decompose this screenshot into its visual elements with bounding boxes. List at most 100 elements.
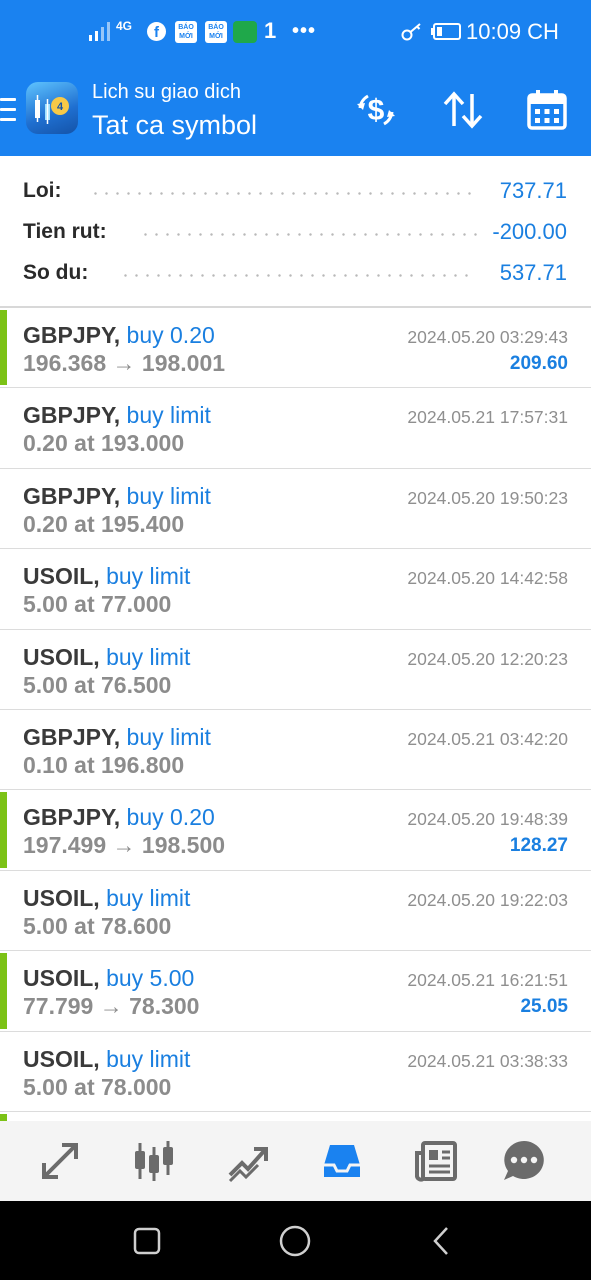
- trade-headline: USOIL, buy limit: [23, 883, 190, 913]
- trade-row[interactable]: GBPJPY, buy limit 0.20 at 195.400 2024.0…: [0, 469, 591, 550]
- battery-icon: [431, 23, 461, 40]
- trade-symbol: USOIL,: [23, 1045, 100, 1072]
- trade-headline: USOIL, buy limit: [23, 1044, 190, 1074]
- summary-value: 737.71: [499, 178, 567, 203]
- trade-profit: 128.27: [509, 835, 568, 857]
- bao-moi-icon-2: BÁO MỚI: [205, 21, 227, 43]
- trade-side: buy limit: [126, 723, 211, 750]
- trade-detail: 196.368 → 198.001: [23, 350, 226, 376]
- trade-profit: 25.05: [520, 996, 568, 1018]
- summary-row-balance: So du: 537.71: [0, 258, 591, 288]
- trade-time: 2024.05.21 17:57:31: [407, 407, 568, 428]
- trade-symbol: GBPJPY,: [23, 804, 121, 831]
- trade-row[interactable]: USOIL, buy limit 5.00 at 78.000 2024.05.…: [0, 1032, 591, 1112]
- trade-row[interactable]: USOIL, buy limit 5.00 at 76.500 2024.05.…: [0, 630, 591, 710]
- leader-dots: [140, 233, 478, 236]
- trade-headline: USOIL, buy limit: [23, 561, 190, 591]
- trade-icon[interactable]: [224, 1137, 272, 1185]
- trade-side: buy 0.20: [126, 804, 215, 831]
- trade-row[interactable]: GBPJPY, buy 0.20 196.368 → 198.001 2024.…: [0, 308, 591, 389]
- trade-symbol: USOIL,: [23, 643, 100, 670]
- trade-headline: GBPJPY, buy limit: [23, 722, 211, 752]
- sort-icon[interactable]: [441, 88, 485, 132]
- trade-detail: 197.499 → 198.500: [23, 832, 226, 859]
- summary-label: Tien rut:: [23, 220, 107, 243]
- trade-row[interactable]: USOIL, buy limit 5.00 at 77.000 2024.05.…: [0, 549, 591, 630]
- recents-button[interactable]: [129, 1223, 165, 1259]
- trade-detail: 77.799 → 78.300: [23, 993, 200, 1020]
- facebook-icon: f: [147, 22, 166, 41]
- trade-time: 2024.05.20 19:22:03: [407, 889, 568, 910]
- page-title: Lich su giao dich: [92, 81, 241, 103]
- summary-label: So du:: [23, 261, 89, 284]
- trade-side: buy 0.20: [126, 322, 215, 348]
- key-icon: [401, 23, 421, 41]
- status-bar: 4G f BÁO MỚI BÁO MỚI 1 ••• 10:09 CH: [0, 0, 591, 64]
- trade-side: buy 5.00: [106, 965, 195, 992]
- summary-value: -200.00: [492, 219, 567, 244]
- trade-side: buy limit: [106, 643, 191, 670]
- trade-detail: 5.00 at 76.500: [23, 671, 172, 698]
- more-notifications-icon: •••: [292, 20, 317, 42]
- trade-time: 2024.05.21 03:38:33: [407, 1050, 568, 1071]
- calendar-icon[interactable]: [525, 88, 569, 132]
- trade-time: 2024.05.21 16:21:51: [407, 970, 568, 991]
- trade-detail: 5.00 at 77.000: [23, 591, 172, 618]
- history-icon[interactable]: [318, 1137, 366, 1185]
- leader-dots: [120, 274, 471, 277]
- symbol-filter[interactable]: Tat ca symbol: [92, 108, 257, 142]
- status-time: 10:09 CH: [466, 19, 559, 44]
- messages-icon[interactable]: [500, 1137, 548, 1185]
- top-bar: 4G f BÁO MỚI BÁO MỚI 1 ••• 10:09 CH 4 Li…: [0, 0, 591, 156]
- closed-position-marker: [0, 953, 7, 1029]
- signal-icon: [89, 22, 110, 41]
- trade-profit: 209.60: [509, 353, 568, 374]
- trade-side: buy limit: [106, 884, 191, 911]
- trade-symbol: GBPJPY,: [23, 402, 121, 429]
- currency-exchange-icon[interactable]: $: [354, 88, 398, 132]
- trade-row[interactable]: GBPJPY, buy limit 0.20 at 193.000 2024.0…: [0, 388, 591, 469]
- trade-headline: GBPJPY, buy 0.20: [23, 320, 215, 350]
- trade-headline: GBPJPY, buy 0.20: [23, 802, 215, 832]
- summary-row-withdrawal: Tien rut: -200.00: [0, 217, 591, 247]
- network-type: 4G: [116, 19, 133, 33]
- summary-row-profit: Loi: 737.71: [0, 176, 591, 206]
- trade-row[interactable]: GBPJPY, buy limit 0.10 at 196.800 2024.0…: [0, 710, 591, 791]
- trade-side: buy limit: [126, 482, 211, 509]
- chart-icon[interactable]: [130, 1137, 178, 1185]
- closed-position-marker: [0, 792, 7, 868]
- notification-count: 1: [264, 18, 277, 43]
- trade-row[interactable]: USOIL, buy limit 5.00 at 78.600 2024.05.…: [0, 871, 591, 952]
- app-logo: 4: [26, 82, 78, 134]
- trade-detail: 0.10 at 196.800: [23, 751, 185, 778]
- trade-headline: USOIL, buy 5.00: [23, 963, 194, 993]
- trade-headline: GBPJPY, buy limit: [23, 481, 211, 511]
- trade-detail: 0.20 at 193.000: [23, 430, 185, 457]
- trade-symbol: GBPJPY,: [23, 723, 121, 750]
- home-button[interactable]: [277, 1223, 313, 1259]
- quotes-icon[interactable]: [36, 1137, 84, 1185]
- leader-dots: [90, 192, 471, 195]
- back-button[interactable]: [425, 1223, 461, 1259]
- trade-side: buy limit: [106, 563, 191, 590]
- trade-detail: 5.00 at 78.600: [23, 912, 172, 939]
- summary-value: 537.71: [499, 260, 567, 285]
- trade-time: 2024.05.20 19:50:23: [407, 487, 568, 508]
- trade-row[interactable]: USOIL, buy 5.00 77.799 → 78.300 2024.05.…: [0, 951, 591, 1032]
- trade-headline: USOIL, buy limit: [23, 642, 190, 672]
- trade-detail: 0.20 at 195.400: [23, 510, 185, 537]
- trade-time: 2024.05.20 19:48:39: [407, 809, 568, 830]
- trade-time: 2024.05.21 03:42:20: [407, 728, 568, 749]
- bottom-navigation: [0, 1121, 591, 1201]
- app-notification-icon: [233, 21, 257, 43]
- trade-symbol: GBPJPY,: [23, 322, 121, 348]
- account-summary: Loi: 737.71 Tien rut: -200.00 So du: 537…: [0, 156, 591, 308]
- news-icon[interactable]: [413, 1137, 461, 1185]
- menu-icon[interactable]: [0, 98, 16, 124]
- trade-detail: 5.00 at 78.000: [23, 1073, 172, 1100]
- trade-headline: GBPJPY, buy limit: [23, 400, 211, 430]
- svg-text:$: $: [368, 94, 385, 127]
- trade-row[interactable]: GBPJPY, buy 0.20 197.499 → 198.500 2024.…: [0, 790, 591, 871]
- system-navigation-bar: [0, 1201, 591, 1280]
- app-logo-mark: 4: [35, 95, 69, 124]
